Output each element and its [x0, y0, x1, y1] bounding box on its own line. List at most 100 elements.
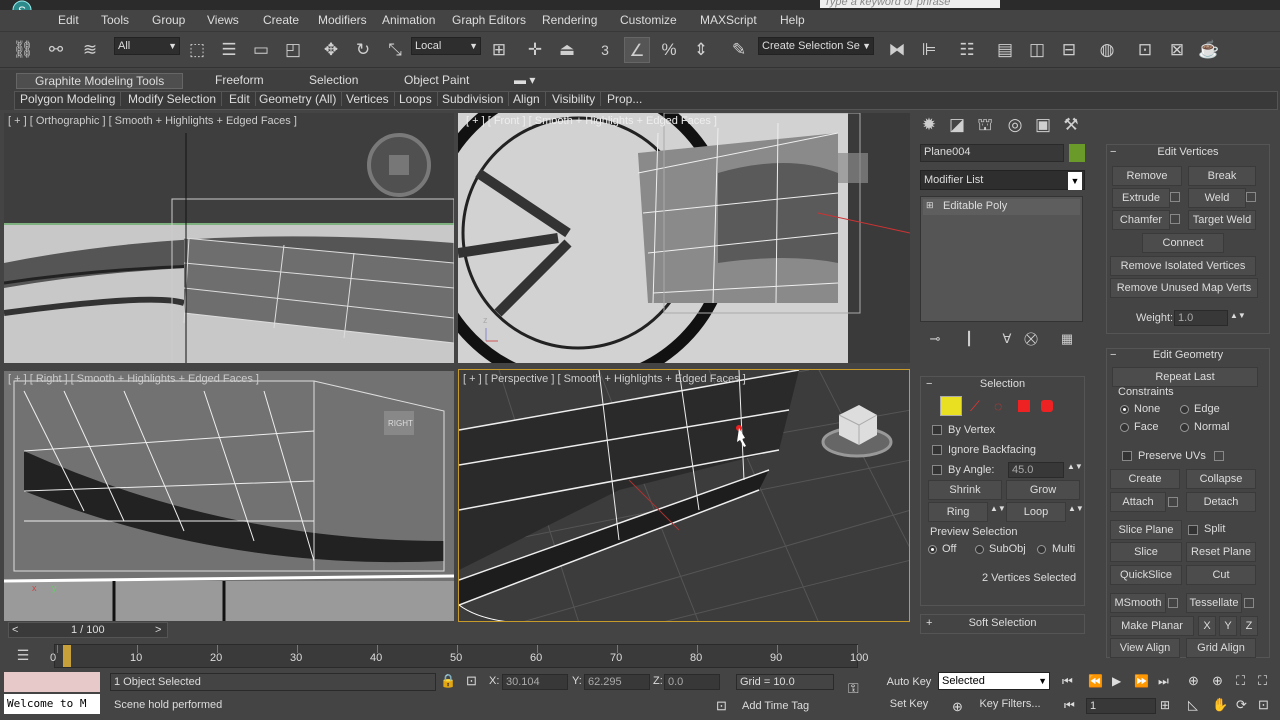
motion-panel-icon[interactable]: ◎	[1002, 112, 1028, 138]
pivot-center-icon[interactable]: ⊞	[486, 37, 512, 63]
create-panel-icon[interactable]: ✹	[916, 112, 942, 138]
create-button[interactable]: Create	[1110, 469, 1180, 489]
layer-manager-icon[interactable]: ☷	[954, 37, 980, 63]
tab-freeform[interactable]: Freeform	[215, 73, 264, 87]
move-icon[interactable]: ✥	[318, 37, 344, 63]
graphite-toggle-icon[interactable]: ▤	[992, 37, 1018, 63]
snaps-toggle-icon[interactable]: 3	[592, 37, 618, 63]
planarize-z-button[interactable]: Z	[1240, 616, 1258, 636]
ribbon-options-icon[interactable]: ▬ ▾	[514, 73, 535, 87]
rectangular-selection-icon[interactable]: ▭	[248, 37, 274, 63]
menu-views[interactable]: Views	[207, 13, 239, 27]
percent-snap-icon[interactable]: %	[656, 37, 682, 63]
subtab-geometry-all[interactable]: Geometry (All)	[259, 92, 343, 106]
reset-plane-button[interactable]: Reset Plane	[1186, 542, 1256, 562]
time-tag-icon[interactable]: ⊡	[716, 698, 727, 714]
angle-spinner[interactable]: 45.0	[1008, 462, 1064, 478]
window-crossing-icon[interactable]: ◰	[280, 37, 306, 63]
constraint-normal-radio[interactable]	[1180, 423, 1189, 432]
viewport-label-perspective[interactable]: [ + ] [ Perspective ] [ Smooth + Highlig…	[463, 373, 746, 385]
subtab-visibility[interactable]: Visibility	[552, 92, 602, 106]
element-mode-icon[interactable]	[1041, 400, 1053, 412]
angle-snap-icon[interactable]: ∠	[624, 37, 650, 63]
viewport-label-right[interactable]: [ + ] [ Right ] [ Smooth + Highlights + …	[8, 373, 259, 385]
show-end-result-icon[interactable]: ┃	[956, 326, 982, 352]
weld-settings-icon[interactable]	[1246, 192, 1256, 202]
scale-icon[interactable]: ⤡	[382, 37, 408, 63]
y-coord-field[interactable]: 62.295	[584, 674, 650, 690]
viewport-right[interactable]: x y [ + ] [ Right ] [ Smooth + Highlight…	[4, 371, 454, 621]
time-configuration-icon[interactable]: ⊞	[1160, 698, 1170, 712]
maximize-viewport-icon[interactable]: ⊡	[1258, 697, 1269, 713]
subtab-loops[interactable]: Loops	[399, 92, 438, 106]
stack-item-editable-poly[interactable]: ⊞ Editable Poly	[923, 199, 1080, 215]
search-input[interactable]: Type a keyword or phrase	[820, 0, 1000, 8]
border-mode-icon[interactable]: ◌	[994, 398, 1002, 414]
edge-mode-icon[interactable]: ⟋	[970, 398, 980, 415]
collapse-button[interactable]: Collapse	[1186, 469, 1256, 489]
subtab-subdivision[interactable]: Subdivision	[442, 92, 510, 106]
target-weld-button[interactable]: Target Weld	[1188, 210, 1256, 230]
ring-button[interactable]: Ring	[928, 502, 988, 522]
vertex-mode-icon[interactable]	[940, 396, 962, 416]
view-align-button[interactable]: View Align	[1110, 638, 1180, 658]
material-editor-icon[interactable]: ◍	[1094, 37, 1120, 63]
soft-selection-title[interactable]: Soft Selection	[920, 617, 1085, 629]
named-selection-sets-dropdown[interactable]: Create Selection Se ▼	[758, 37, 874, 55]
selection-lock-icon[interactable]: 🔒	[440, 673, 456, 689]
grow-button[interactable]: Grow	[1006, 480, 1080, 500]
time-slider[interactable]: < 1 / 100 >	[8, 622, 168, 638]
preview-multi-radio[interactable]	[1037, 545, 1046, 554]
chamfer-settings-icon[interactable]	[1170, 214, 1180, 224]
remove-isolated-vertices-button[interactable]: Remove Isolated Vertices	[1110, 256, 1256, 276]
modify-panel-icon[interactable]: ◪	[944, 112, 970, 138]
curve-editor-icon[interactable]: ◫	[1024, 37, 1050, 63]
extrude-button[interactable]: Extrude	[1112, 188, 1170, 208]
weight-spinner[interactable]: 1.0	[1174, 310, 1228, 326]
menu-animation[interactable]: Animation	[382, 13, 435, 27]
by-angle-checkbox[interactable]	[932, 465, 942, 475]
mirror-icon[interactable]: ⧓	[884, 37, 910, 63]
go-to-start-icon[interactable]: ⏮	[1062, 674, 1073, 689]
break-button[interactable]: Break	[1188, 166, 1256, 186]
spinner-snap-icon[interactable]: ⇕	[688, 37, 714, 63]
planarize-y-button[interactable]: Y	[1219, 616, 1237, 636]
pin-stack-icon[interactable]: ⊸	[922, 326, 948, 352]
planarize-x-button[interactable]: X	[1198, 616, 1216, 636]
msmooth-settings-icon[interactable]	[1168, 598, 1178, 608]
key-mode-dropdown[interactable]: Selected ▼	[938, 672, 1050, 690]
chamfer-button[interactable]: Chamfer	[1112, 210, 1170, 230]
pan-view-icon[interactable]: ✋	[1212, 697, 1228, 713]
msmooth-button[interactable]: MSmooth	[1110, 593, 1166, 613]
menu-maxscript[interactable]: MAXScript	[700, 13, 757, 27]
constraint-face-radio[interactable]	[1120, 423, 1129, 432]
key-filter-icon[interactable]: ⊕	[952, 699, 963, 715]
extrude-settings-icon[interactable]	[1170, 192, 1180, 202]
repeat-last-button[interactable]: Repeat Last	[1112, 367, 1258, 387]
set-key-button[interactable]: Set Key	[884, 694, 934, 714]
subtab-polygon-modeling[interactable]: Polygon Modeling	[20, 92, 122, 106]
viewcube-right-badge[interactable]: RIGHT	[388, 419, 413, 428]
viewport-orthographic[interactable]: [ + ] [ Orthographic ] [ Smooth + Highli…	[4, 113, 454, 363]
maxscript-mini-listener-top[interactable]	[4, 672, 100, 692]
menu-group[interactable]: Group	[152, 13, 185, 27]
make-unique-icon[interactable]: ∀	[994, 326, 1020, 352]
selection-filter-dropdown[interactable]: All ▼	[114, 37, 180, 55]
weight-spinner-arrows-icon[interactable]: ▲▼	[1230, 311, 1246, 320]
detach-button[interactable]: Detach	[1186, 492, 1256, 512]
menu-rendering[interactable]: Rendering	[542, 13, 597, 27]
align-icon[interactable]: ⊫	[916, 37, 942, 63]
select-and-manipulate-icon[interactable]: ✛	[522, 37, 548, 63]
z-coord-field[interactable]: 0.0	[664, 674, 720, 690]
display-panel-icon[interactable]: ▣	[1030, 112, 1056, 138]
subtab-edit[interactable]: Edit	[229, 92, 256, 106]
keyboard-shortcut-override-icon[interactable]: ⏏	[554, 37, 580, 63]
spinner-arrows-icon[interactable]: ▲▼	[1067, 462, 1083, 471]
menu-modifiers[interactable]: Modifiers	[318, 13, 367, 27]
edit-geometry-title[interactable]: Edit Geometry	[1106, 349, 1270, 361]
viewport-perspective[interactable]: [ + ] [ Perspective ] [ Smooth + Highlig…	[458, 369, 910, 622]
slice-button[interactable]: Slice	[1110, 542, 1182, 562]
modifier-list-dropdown[interactable]: Modifier List ▼	[920, 170, 1085, 190]
orbit-icon[interactable]: ⟳	[1236, 697, 1247, 713]
preserve-uvs-settings-icon[interactable]	[1214, 451, 1224, 461]
